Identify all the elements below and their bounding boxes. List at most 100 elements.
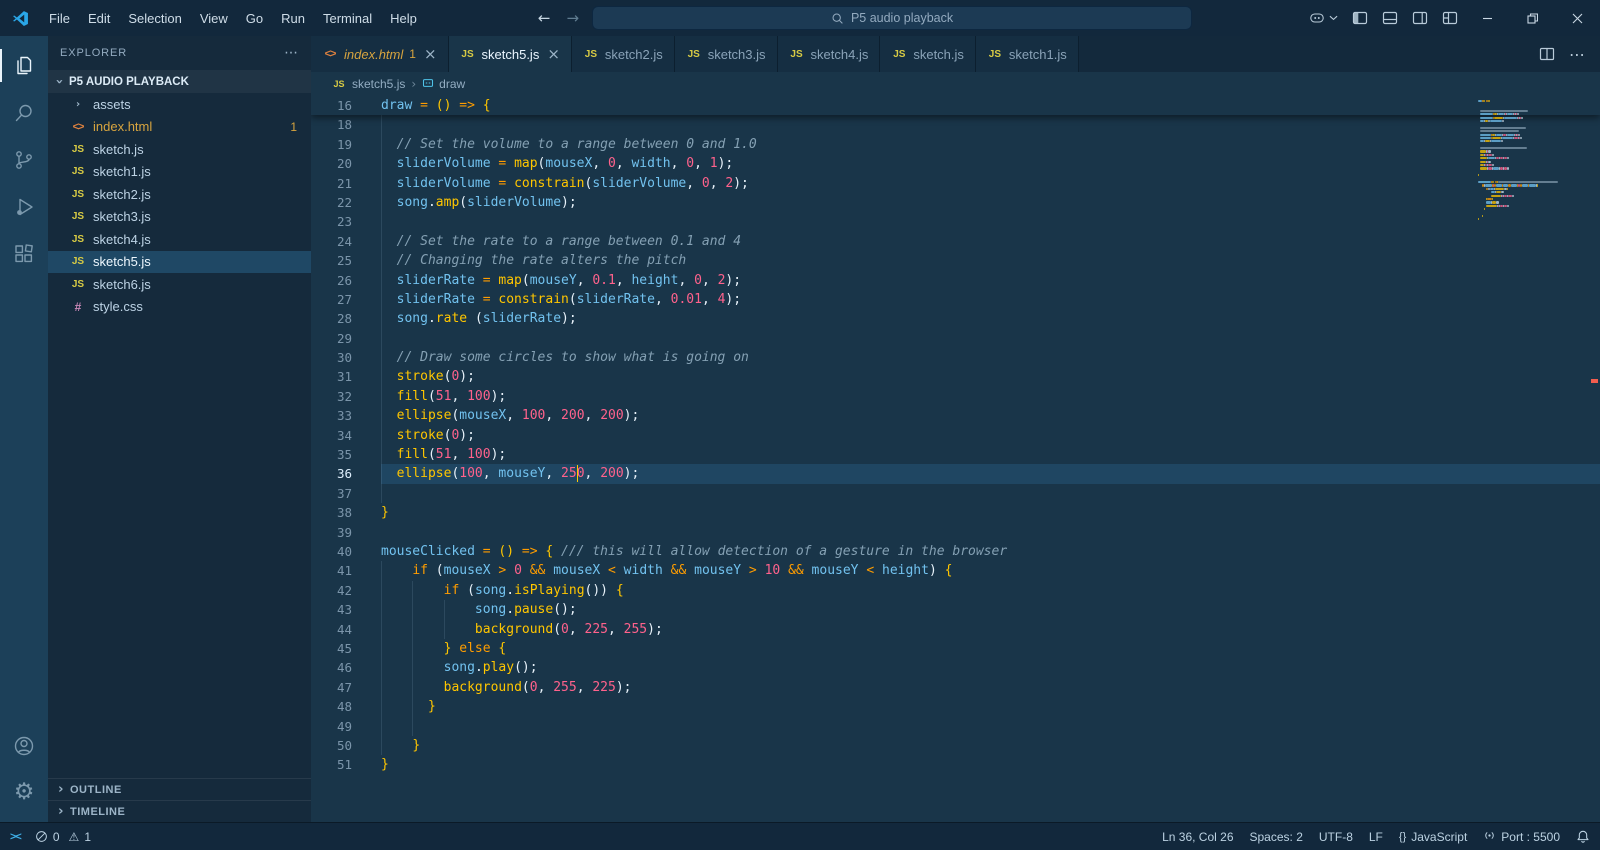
sticky-line[interactable]: 16 draw = () => { (311, 96, 1600, 116)
code-line[interactable]: 45 } else { (311, 638, 1600, 659)
code-line[interactable]: 27 sliderRate = constrain(sliderRate, 0.… (311, 289, 1600, 310)
minimize-button[interactable] (1465, 0, 1510, 36)
tab-sketch5.js[interactable]: JS sketch5.js × (448, 36, 572, 72)
line-number[interactable]: 21 (311, 174, 352, 193)
code-line[interactable]: 47 background(0, 255, 225); (311, 677, 1600, 698)
toggle-secondary-sidebar-icon[interactable] (1405, 0, 1435, 36)
activity-explorer-icon[interactable] (0, 42, 48, 89)
line-number[interactable]: 19 (311, 135, 352, 154)
code-line[interactable]: 34 stroke(0); (311, 425, 1600, 446)
close-button[interactable] (1555, 0, 1600, 36)
line-number[interactable]: 46 (311, 658, 352, 677)
code-line[interactable]: 49 (311, 716, 1600, 736)
menu-selection[interactable]: Selection (119, 0, 190, 36)
code-line[interactable]: 30 // Draw some circles to show what is … (311, 348, 1600, 368)
line-number[interactable]: 27 (311, 290, 352, 309)
line-number[interactable]: 37 (311, 484, 352, 503)
file-sketch2.js[interactable]: JS sketch2.js (48, 183, 311, 206)
file-sketch3.js[interactable]: JS sketch3.js (48, 206, 311, 229)
tab-sketch4.js[interactable]: JS sketch4.js (777, 36, 881, 72)
command-center-search[interactable]: P5 audio playback (592, 6, 1193, 30)
activity-account-icon[interactable] (0, 722, 48, 769)
close-icon[interactable]: × (547, 45, 560, 63)
menu-file[interactable]: File (40, 0, 79, 36)
section-outline[interactable]: › OUTLINE (48, 778, 311, 800)
tab-sketch2.js[interactable]: JS sketch2.js (571, 36, 675, 72)
code-line[interactable]: 19 // Set the volume to a range between … (311, 134, 1600, 155)
activity-search-icon[interactable] (0, 89, 48, 136)
code-line[interactable]: 33 ellipse(mouseX, 100, 200, 200); (311, 406, 1600, 426)
line-number[interactable]: 44 (311, 620, 352, 639)
line-number[interactable]: 29 (311, 329, 352, 348)
file-index.html[interactable]: <> index.html 1 (48, 116, 311, 139)
code-line[interactable]: 23 (311, 212, 1600, 232)
line-number[interactable]: 20 (311, 154, 352, 173)
activity-settings-icon[interactable]: ⚙ (0, 769, 48, 816)
back-arrow-icon[interactable]: ← (535, 9, 554, 27)
code-line[interactable]: 25 // Changing the rate alters the pitch (311, 251, 1600, 271)
code-line[interactable]: 38} (311, 503, 1600, 522)
line-number[interactable]: 23 (311, 212, 352, 231)
file-style.css[interactable]: # style.css (48, 296, 311, 319)
toggle-panel-icon[interactable] (1375, 0, 1405, 36)
code-line[interactable]: 24 // Set the rate to a range between 0.… (311, 231, 1600, 252)
notifications-bell-icon[interactable] (1576, 830, 1590, 844)
line-number[interactable]: 34 (311, 426, 352, 445)
line-number[interactable]: 48 (311, 697, 352, 716)
line-number[interactable]: 16 (311, 96, 352, 115)
remote-icon[interactable]: >< (10, 831, 22, 843)
menu-go[interactable]: Go (237, 0, 272, 36)
activity-extensions-icon[interactable] (0, 230, 48, 277)
status-ln-36-col-26[interactable]: Ln 36, Col 26 (1162, 830, 1233, 844)
code-line[interactable]: 40 mouseClicked = () => { /// this will a… (311, 542, 1600, 561)
status-spaces-2[interactable]: Spaces: 2 (1250, 830, 1303, 844)
menu-terminal[interactable]: Terminal (314, 0, 381, 36)
tab-sketch1.js[interactable]: JS sketch1.js (975, 36, 1079, 72)
breadcrumb-item[interactable]: draw (422, 77, 465, 92)
copilot-icon[interactable] (1301, 0, 1345, 36)
line-number[interactable]: 41 (311, 561, 352, 580)
tab-sketch3.js[interactable]: JS sketch3.js (674, 36, 778, 72)
file-assets[interactable]: › assets (48, 93, 311, 116)
tab-sketch.js[interactable]: JS sketch.js (880, 36, 976, 72)
file-sketch5.js[interactable]: JS sketch5.js (48, 250, 311, 273)
split-editor-icon[interactable] (1534, 36, 1560, 72)
file-sketch4.js[interactable]: JS sketch4.js (48, 228, 311, 251)
code-line[interactable]: 50 } (311, 735, 1600, 756)
line-number[interactable]: 43 (311, 600, 352, 619)
line-number[interactable]: 31 (311, 367, 352, 386)
code-line[interactable]: 31 stroke(0); (311, 367, 1600, 387)
line-number[interactable]: 28 (311, 309, 352, 328)
code-line[interactable]: 36 ellipse(100, mouseY, 250, 200); (311, 464, 1600, 484)
vscode-logo-icon[interactable] (0, 10, 40, 27)
code-line[interactable]: 46 song.play(); (311, 658, 1600, 678)
line-number[interactable]: 40 (311, 542, 352, 561)
menu-edit[interactable]: Edit (79, 0, 119, 36)
menu-view[interactable]: View (191, 0, 237, 36)
status-port-5500[interactable]: Port : 5500 (1483, 829, 1560, 845)
code-line[interactable]: 26 sliderRate = map(mouseY, 0.1, height,… (311, 270, 1600, 290)
line-number[interactable]: 24 (311, 232, 352, 251)
line-number[interactable]: 42 (311, 581, 352, 600)
status-lf[interactable]: LF (1369, 830, 1383, 844)
code-line[interactable]: 32 fill(51, 100); (311, 386, 1600, 407)
breadcrumb-item[interactable]: JS sketch5.js (331, 77, 405, 91)
code-line[interactable]: 41 if (mouseX > 0 && mouseX < width && m… (311, 561, 1600, 581)
toggle-sidebar-icon[interactable] (1345, 0, 1375, 36)
line-number[interactable]: 30 (311, 348, 352, 367)
code-line[interactable]: 43 song.pause(); (311, 600, 1600, 620)
close-icon[interactable]: × (424, 45, 437, 63)
code-line[interactable]: 37 (311, 483, 1600, 504)
more-actions-icon[interactable]: ⋯ (284, 45, 299, 61)
line-number[interactable]: 25 (311, 251, 352, 270)
restore-button[interactable] (1510, 0, 1555, 36)
line-number[interactable]: 35 (311, 445, 352, 464)
section-timeline[interactable]: › TIMELINE (48, 800, 311, 822)
code-line[interactable]: 21 sliderVolume = constrain(sliderVolume… (311, 173, 1600, 193)
activity-source-control-icon[interactable] (0, 136, 48, 183)
tab-index.html[interactable]: <> index.html 1 × (311, 36, 449, 72)
line-number[interactable]: 26 (311, 271, 352, 290)
code-line[interactable]: 28 song.rate (sliderRate); (311, 309, 1600, 329)
problems-status[interactable]: 0 ⚠ 1 (35, 830, 91, 844)
line-number[interactable]: 47 (311, 678, 352, 697)
